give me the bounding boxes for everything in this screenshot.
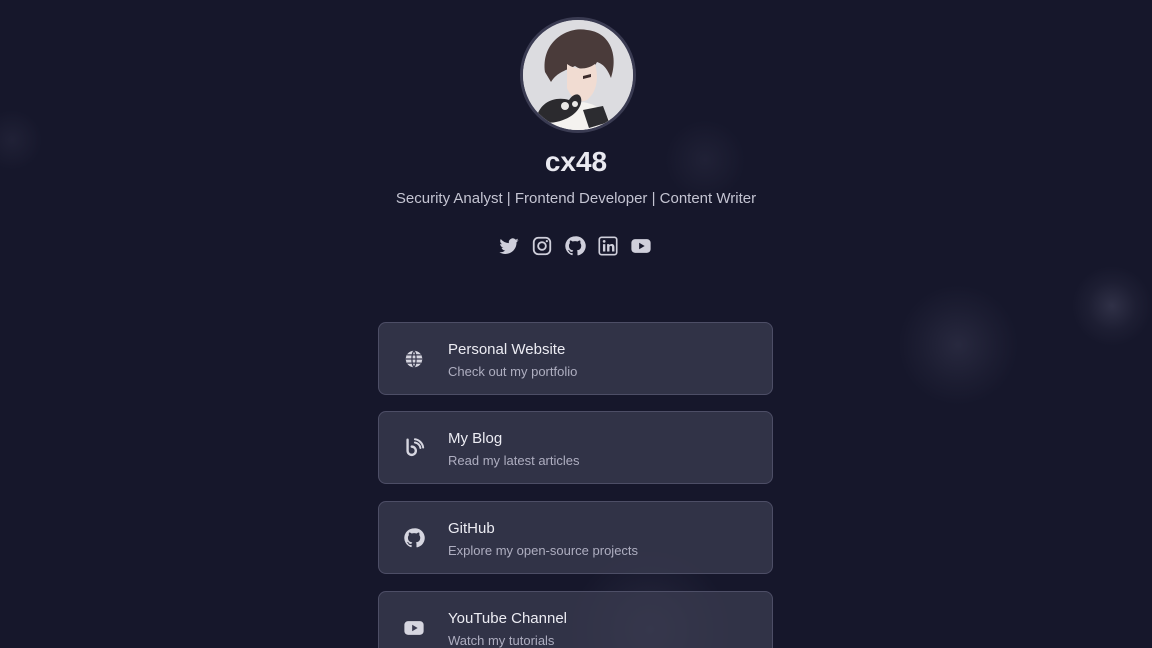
twitter-icon[interactable]	[498, 235, 520, 257]
link-subtitle: Watch my tutorials	[448, 633, 555, 648]
github-icon	[403, 527, 425, 549]
linkedin-icon[interactable]	[597, 235, 619, 257]
link-subtitle: Read my latest articles	[448, 453, 580, 468]
link-title: YouTube Channel	[448, 610, 567, 627]
youtube-icon	[403, 617, 425, 639]
link-title: Personal Website	[448, 341, 566, 358]
github-icon[interactable]	[564, 235, 586, 257]
link-card-github[interactable]: GitHub Explore my open-source projects	[378, 501, 773, 574]
link-card-my-blog[interactable]: My Blog Read my latest articles	[378, 411, 773, 484]
link-title: GitHub	[448, 520, 495, 537]
globe-icon	[403, 348, 425, 370]
link-card-youtube-channel[interactable]: YouTube Channel Watch my tutorials	[378, 591, 773, 648]
profile-name: cx48	[544, 146, 608, 177]
youtube-icon[interactable]	[630, 235, 652, 257]
link-subtitle: Explore my open-source projects	[448, 543, 639, 558]
page-background: cx48 Security Analyst | Frontend Develop…	[0, 0, 1152, 648]
blog-icon	[403, 437, 425, 459]
profile-tagline: Security Analyst | Frontend Developer | …	[395, 190, 757, 207]
avatar	[520, 17, 636, 133]
social-icons-row	[496, 235, 656, 257]
link-subtitle: Check out my portfolio	[448, 364, 578, 379]
avatar-illustration	[523, 20, 633, 130]
link-title: My Blog	[448, 430, 503, 447]
instagram-icon[interactable]	[531, 235, 553, 257]
link-card-personal-website[interactable]: Personal Website Check out my portfolio	[378, 322, 773, 395]
